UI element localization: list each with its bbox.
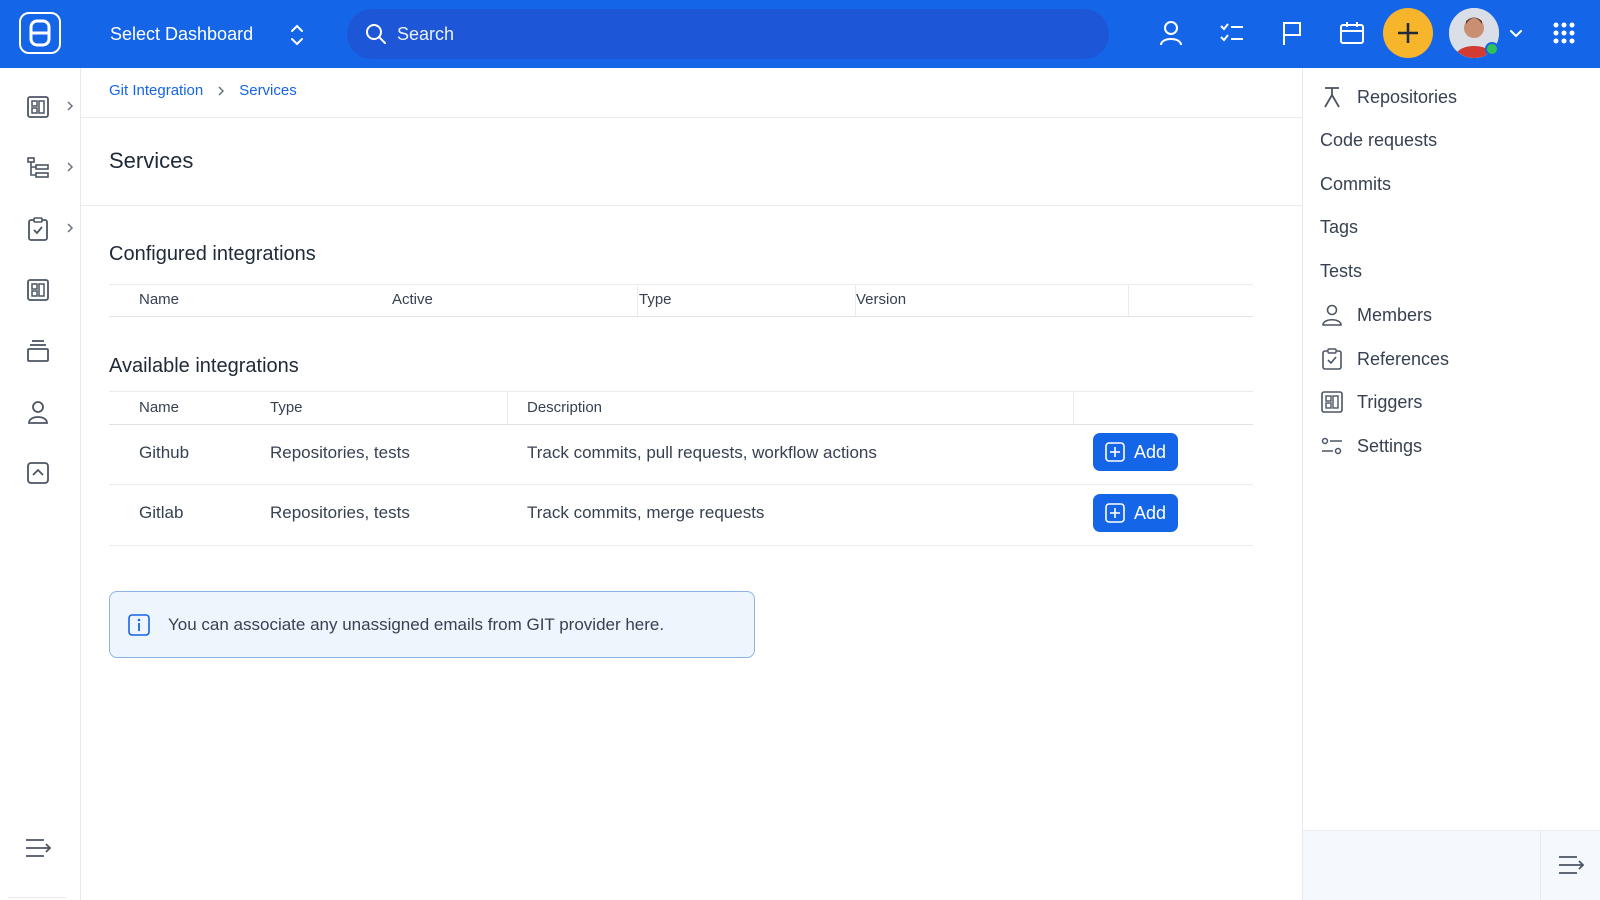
dashboard-select-label: Select Dashboard (110, 23, 254, 44)
integration-type: Repositories, tests (270, 443, 410, 462)
nav-item-label: Repositories (1357, 86, 1458, 107)
divider (81, 117, 1302, 118)
nav-item-label: References (1357, 348, 1450, 369)
configured-integrations-title: Configured integrations (109, 243, 316, 265)
nav-item-tests[interactable]: Tests (1320, 257, 1362, 285)
info-icon (128, 613, 150, 636)
chevron-right-icon (66, 100, 74, 112)
stack-icon (26, 339, 50, 363)
integration-description: Track commits, pull requests, workflow a… (527, 443, 877, 462)
sidebar-item-stack[interactable] (26, 336, 66, 366)
divider (8, 897, 66, 898)
sidebar-item-people[interactable] (26, 397, 66, 427)
add-gitlab-button[interactable]: Add (1093, 494, 1178, 532)
nav-item-members[interactable]: Members (1320, 301, 1432, 329)
column-header-active[interactable]: Active (392, 291, 433, 308)
collapse-menu-icon[interactable] (24, 836, 54, 860)
column-header-name[interactable]: Name (139, 399, 179, 416)
chevron-up-down-icon (288, 22, 306, 48)
clipboard-check-icon (26, 217, 50, 241)
clipboard-check-icon (1320, 348, 1344, 370)
person-icon (1320, 304, 1344, 326)
sliders-icon (1320, 435, 1344, 457)
nav-item-code-requests[interactable]: Code requests (1320, 126, 1437, 154)
sidebar-item-board[interactable] (26, 275, 66, 305)
create-button[interactable] (1383, 8, 1433, 58)
sidebar-item-checklist[interactable] (26, 214, 74, 244)
app-logo[interactable] (19, 12, 61, 54)
breadcrumb-git-integration[interactable]: Git Integration (109, 82, 203, 99)
nav-item-triggers[interactable]: Triggers (1320, 388, 1422, 416)
integration-name: Gitlab (139, 503, 184, 522)
divider (81, 205, 1302, 206)
integration-description: Track commits, merge requests (527, 503, 765, 522)
nav-item-tags[interactable]: Tags (1320, 213, 1358, 241)
sidebar-item-dashboard[interactable] (26, 92, 74, 122)
nav-item-repositories[interactable]: Repositories (1320, 83, 1457, 111)
plus-box-icon (1105, 503, 1125, 523)
dashboard-icon (26, 95, 50, 119)
tree-list-icon (26, 156, 50, 180)
nav-item-label: Members (1357, 304, 1433, 325)
column-header-type[interactable]: Type (270, 399, 303, 416)
chevron-down-icon[interactable] (1508, 26, 1524, 42)
main-content: Git Integration Services Services Config… (81, 68, 1302, 900)
nav-item-settings[interactable]: Settings (1320, 432, 1422, 460)
chevron-right-icon (66, 222, 74, 234)
breadcrumb-services[interactable]: Services (239, 82, 297, 99)
apps-grid-icon[interactable] (1548, 17, 1580, 49)
plus-box-icon (1105, 442, 1125, 462)
tasks-icon[interactable] (1216, 17, 1248, 49)
right-panel: Repositories Code requests Commits Tags … (1302, 68, 1600, 900)
merge-icon (1320, 85, 1344, 109)
right-panel-footer (1303, 830, 1600, 900)
info-text: You can associate any unassigned emails … (168, 614, 665, 634)
board-icon (26, 278, 50, 302)
breadcrumb: Git Integration Services (109, 82, 297, 99)
nav-item-references[interactable]: References (1320, 345, 1449, 373)
add-button-label: Add (1133, 502, 1167, 523)
collapse-menu-icon[interactable] (1557, 853, 1587, 877)
flag-icon[interactable] (1276, 17, 1308, 49)
top-bar: Select Dashboard Search (0, 0, 1600, 68)
nav-item-label: Commits (1320, 173, 1391, 194)
page-title: Services (109, 148, 194, 173)
configured-integrations-table: Name Active Type Version (109, 284, 1253, 317)
dashboard-select[interactable]: Select Dashboard (110, 0, 303, 68)
plus-icon (1396, 21, 1420, 45)
column-header-version[interactable]: Version (856, 291, 906, 308)
column-header-type[interactable]: Type (639, 291, 672, 308)
available-integrations-table: Name Type Description Github Repositorie… (109, 391, 1253, 548)
nav-item-label: Tests (1320, 260, 1363, 281)
nav-item-label: Code requests (1320, 129, 1438, 150)
search-placeholder: Search (397, 23, 455, 44)
integration-name: Github (139, 443, 190, 462)
column-header-name[interactable]: Name (139, 291, 179, 308)
nav-item-label: Triggers (1357, 391, 1423, 412)
integration-type: Repositories, tests (270, 503, 410, 522)
add-button-label: Add (1133, 441, 1167, 462)
available-integrations-title: Available integrations (109, 355, 299, 377)
chevron-right-icon (66, 161, 74, 173)
online-status-dot (1485, 42, 1499, 56)
add-github-button[interactable]: Add (1093, 433, 1178, 471)
calendar-icon[interactable] (1336, 17, 1368, 49)
nav-item-label: Tags (1320, 216, 1359, 237)
chevron-right-icon (217, 85, 225, 97)
nav-item-commits[interactable]: Commits (1320, 170, 1391, 198)
sidebar-item-collapse-section[interactable] (26, 458, 66, 488)
search-input[interactable]: Search (347, 9, 1109, 59)
column-header-description[interactable]: Description (527, 399, 602, 416)
info-banner: You can associate any unassigned emails … (109, 591, 755, 658)
board-icon (1320, 391, 1344, 413)
sidebar-item-tree-list[interactable] (26, 153, 74, 183)
nav-item-label: Settings (1357, 435, 1423, 456)
chevron-up-box-icon (26, 461, 50, 485)
user-icon[interactable] (1155, 17, 1187, 49)
search-icon (365, 23, 387, 45)
person-icon (26, 400, 50, 424)
left-sidebar (0, 68, 81, 900)
